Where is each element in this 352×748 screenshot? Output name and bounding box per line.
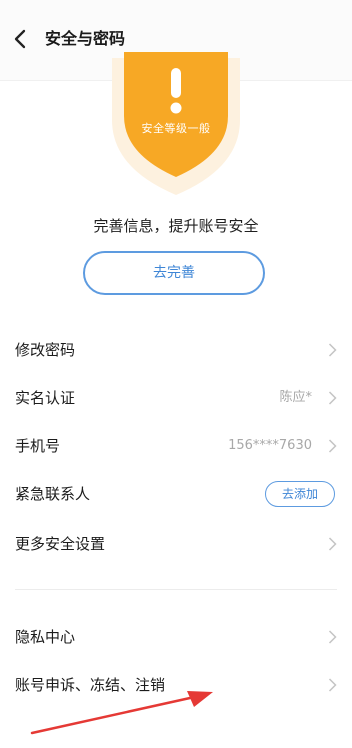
row-label: 手机号 [15,437,61,455]
row-emergency-contact[interactable]: 紧急联系人 去添加 [0,470,352,518]
row-more-security[interactable]: 更多安全设置 [0,520,352,568]
row-phone[interactable]: 手机号 156****7630 [0,422,352,470]
security-level-text: 安全等级一般 [141,122,211,135]
chevron-right-icon [328,678,337,692]
back-arrow-icon [14,29,26,49]
phone-value: 156****7630 [228,438,312,453]
annotation-arrow-icon [30,691,213,735]
complete-info-button[interactable]: 去完善 [83,251,265,295]
section-divider [15,589,337,590]
row-label: 实名认证 [15,389,76,407]
chevron-right-icon [328,343,337,357]
chevron-right-icon [328,630,337,644]
row-change-password[interactable]: 修改密码 [0,326,352,374]
add-contact-button[interactable]: 去添加 [265,481,335,507]
row-label: 隐私中心 [15,628,76,646]
security-tip: 完善信息，提升账号安全 [93,217,259,235]
row-label: 更多安全设置 [15,535,106,553]
page-title: 安全与密码 [45,29,126,48]
row-label: 紧急联系人 [15,485,91,503]
real-name-value: 陈应* [279,390,312,405]
chevron-right-icon [328,537,337,551]
row-real-name[interactable]: 实名认证 陈应* [0,374,352,422]
row-privacy-center[interactable]: 隐私中心 [0,613,352,661]
chevron-right-icon [328,391,337,405]
back-button[interactable] [8,24,34,54]
chevron-right-icon [328,439,337,453]
row-label: 修改密码 [15,341,76,359]
security-level-badge: 安全等级一般 [100,50,252,200]
